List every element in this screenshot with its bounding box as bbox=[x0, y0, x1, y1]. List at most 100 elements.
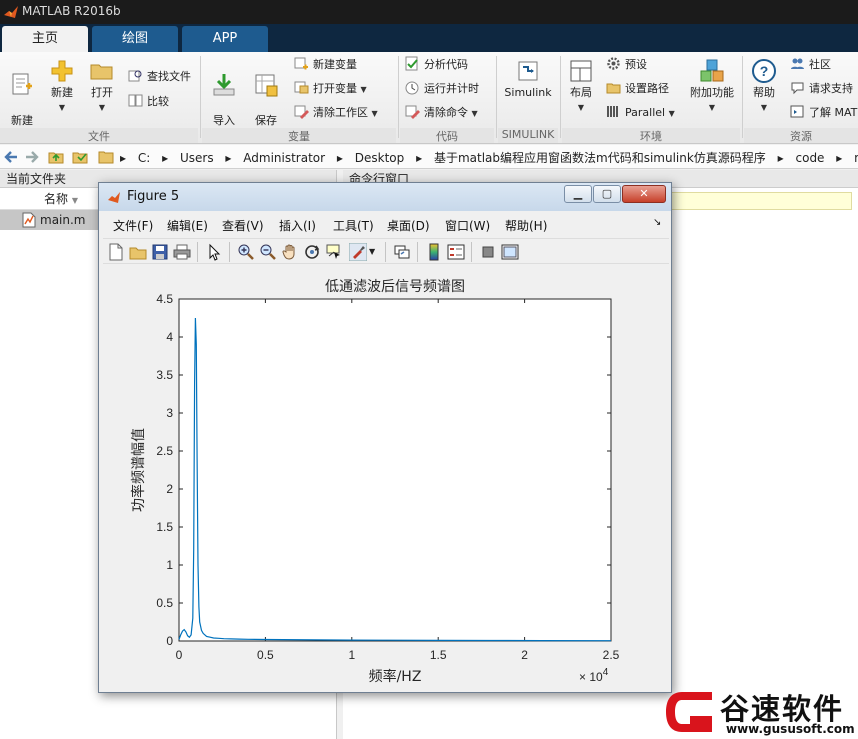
breadcrumb-item[interactable]: code bbox=[796, 151, 825, 165]
find-files-icon bbox=[128, 70, 142, 82]
open-variable-button[interactable]: 打开变量 ▼ bbox=[294, 80, 367, 98]
addons-button[interactable]: 附加功能 ▼ bbox=[686, 58, 738, 115]
colorbar-icon[interactable] bbox=[425, 243, 443, 261]
y-tick-label: 4.5 bbox=[156, 292, 173, 306]
figure-title: Figure 5 bbox=[127, 189, 180, 204]
simulink-button[interactable]: Simulink bbox=[502, 58, 554, 100]
save-icon[interactable] bbox=[151, 243, 169, 261]
up-folder-icon[interactable] bbox=[48, 149, 64, 165]
breadcrumb-item[interactable]: Desktop bbox=[355, 151, 405, 165]
open-variable-icon bbox=[294, 81, 309, 94]
set-path-button[interactable]: 设置路径 bbox=[606, 80, 669, 98]
import-data-icon bbox=[213, 74, 235, 96]
brush-dropdown-caret-icon[interactable]: ▼ bbox=[369, 243, 379, 261]
layout-button[interactable]: 布局 ▼ bbox=[564, 58, 598, 115]
y-tick-labels: 0 0.5 1 1.5 2 2.5 3 3.5 4 4.5 bbox=[156, 292, 173, 648]
legend-icon[interactable] bbox=[447, 243, 465, 261]
minimize-button[interactable]: ▁ bbox=[564, 185, 592, 203]
open-file-icon[interactable] bbox=[129, 243, 147, 261]
help-button[interactable]: ? 帮助 ▼ bbox=[746, 58, 782, 115]
group-label-resources: 资源 bbox=[744, 128, 858, 143]
maximize-button[interactable]: ▢ bbox=[593, 185, 621, 203]
learn-matlab-button[interactable]: 了解 MAT bbox=[790, 104, 857, 122]
print-icon[interactable] bbox=[173, 243, 191, 261]
breadcrumb-item[interactable]: Users bbox=[180, 151, 214, 165]
menu-view[interactable]: 查看(V) bbox=[222, 217, 264, 234]
brush-icon[interactable] bbox=[349, 243, 367, 261]
back-arrow-icon[interactable] bbox=[3, 149, 19, 165]
link-plot-icon[interactable] bbox=[393, 243, 411, 261]
y-tick-label: 0 bbox=[166, 634, 173, 648]
address-bar: ▸ C: ▸ Users ▸ Administrator ▸ Desktop ▸… bbox=[0, 145, 858, 169]
data-cursor-icon[interactable] bbox=[325, 243, 343, 261]
menu-edit[interactable]: 编辑(E) bbox=[167, 217, 208, 234]
compare-button[interactable]: 比较 bbox=[128, 93, 169, 111]
request-support-button[interactable]: 请求支持 bbox=[790, 80, 853, 98]
new-plus-icon bbox=[51, 60, 73, 82]
rotate-icon[interactable] bbox=[303, 243, 321, 261]
menu-dock-arrow-icon[interactable]: ↘ bbox=[653, 217, 661, 228]
x-tick-label: 0 bbox=[176, 648, 183, 662]
y-axis-label: 功率频谱幅值 bbox=[130, 428, 147, 512]
analyze-code-icon bbox=[405, 56, 418, 71]
axes-box bbox=[178, 298, 612, 642]
learn-matlab-icon bbox=[790, 105, 804, 118]
new-variable-button[interactable]: 新建变量 bbox=[294, 56, 357, 74]
app-title-bar: MATLAB R2016b bbox=[0, 0, 858, 24]
menu-tools[interactable]: 工具(T) bbox=[333, 217, 374, 234]
y-tick-label: 2.5 bbox=[156, 444, 173, 458]
toolbar-separator bbox=[197, 242, 198, 262]
chart-title: 低通滤波后信号频谱图 bbox=[325, 279, 465, 295]
parallel-button[interactable]: Parallel ▼ bbox=[606, 104, 675, 122]
menu-insert[interactable]: 插入(I) bbox=[279, 217, 316, 234]
new-figure-icon[interactable] bbox=[107, 243, 125, 261]
app-title: MATLAB R2016b bbox=[22, 4, 121, 18]
forward-arrow-icon[interactable] bbox=[24, 149, 40, 165]
set-path-icon bbox=[606, 83, 621, 94]
menu-desktop[interactable]: 桌面(D) bbox=[387, 217, 430, 234]
breadcrumb-item[interactable]: C: bbox=[138, 151, 150, 165]
analyze-code-button[interactable]: 分析代码 bbox=[405, 56, 468, 74]
ribbon-separator bbox=[742, 56, 743, 138]
x-tick-label: 1.5 bbox=[430, 648, 447, 662]
compare-icon bbox=[128, 94, 143, 107]
clear-commands-button[interactable]: 清除命令 ▼ bbox=[405, 104, 478, 122]
y-tick-label: 1 bbox=[166, 558, 173, 572]
pan-icon[interactable] bbox=[281, 243, 299, 261]
breadcrumb-item[interactable]: matlab bbox=[854, 151, 858, 165]
x-axis-label: 频率/HZ bbox=[369, 668, 422, 685]
run-and-time-button[interactable]: 运行并计时 bbox=[405, 80, 479, 98]
new-button[interactable]: 新建 ▼ bbox=[44, 58, 80, 115]
parallel-icon bbox=[607, 106, 618, 117]
menu-file[interactable]: 文件(F) bbox=[113, 217, 153, 234]
toolbar-separator bbox=[471, 242, 472, 262]
group-label-code: 代码 bbox=[400, 128, 494, 143]
close-button[interactable]: ✕ bbox=[622, 185, 666, 203]
community-button[interactable]: 社区 bbox=[790, 56, 831, 74]
open-button[interactable]: 打开 ▼ bbox=[84, 58, 120, 115]
clear-workspace-button[interactable]: 清除工作区 ▼ bbox=[294, 104, 378, 122]
browse-folder-icon[interactable] bbox=[72, 149, 88, 165]
y-tick-label: 0.5 bbox=[156, 596, 173, 610]
find-files-button[interactable]: 查找文件 bbox=[128, 68, 191, 86]
open-folder-icon bbox=[90, 64, 113, 80]
watermark: 谷速软件 www.gususoft.com bbox=[662, 684, 858, 739]
breadcrumb-separator: ▸ bbox=[120, 151, 127, 165]
gear-icon bbox=[607, 57, 620, 70]
watermark-logo-icon bbox=[666, 692, 712, 732]
show-plot-tools-icon[interactable] bbox=[501, 243, 519, 261]
tab-home[interactable]: 主页 bbox=[2, 26, 88, 52]
hide-plot-tools-icon[interactable] bbox=[479, 243, 497, 261]
breadcrumb-item[interactable]: 基于matlab编程应用窗函数法m代码和simulink仿真源码程序 bbox=[434, 151, 766, 165]
community-icon bbox=[791, 58, 804, 69]
menu-help[interactable]: 帮助(H) bbox=[505, 217, 547, 234]
zoom-in-icon[interactable] bbox=[237, 243, 255, 261]
pointer-icon[interactable] bbox=[205, 243, 223, 261]
tab-apps[interactable]: APP bbox=[182, 26, 268, 52]
menu-window[interactable]: 窗口(W) bbox=[445, 217, 490, 234]
zoom-out-icon[interactable] bbox=[259, 243, 277, 261]
ribbon-tab-strip: 主页 绘图 APP bbox=[0, 24, 858, 52]
breadcrumb-item[interactable]: Administrator bbox=[243, 151, 325, 165]
tab-plots[interactable]: 绘图 bbox=[92, 26, 178, 52]
preferences-button[interactable]: 预设 bbox=[606, 56, 647, 74]
